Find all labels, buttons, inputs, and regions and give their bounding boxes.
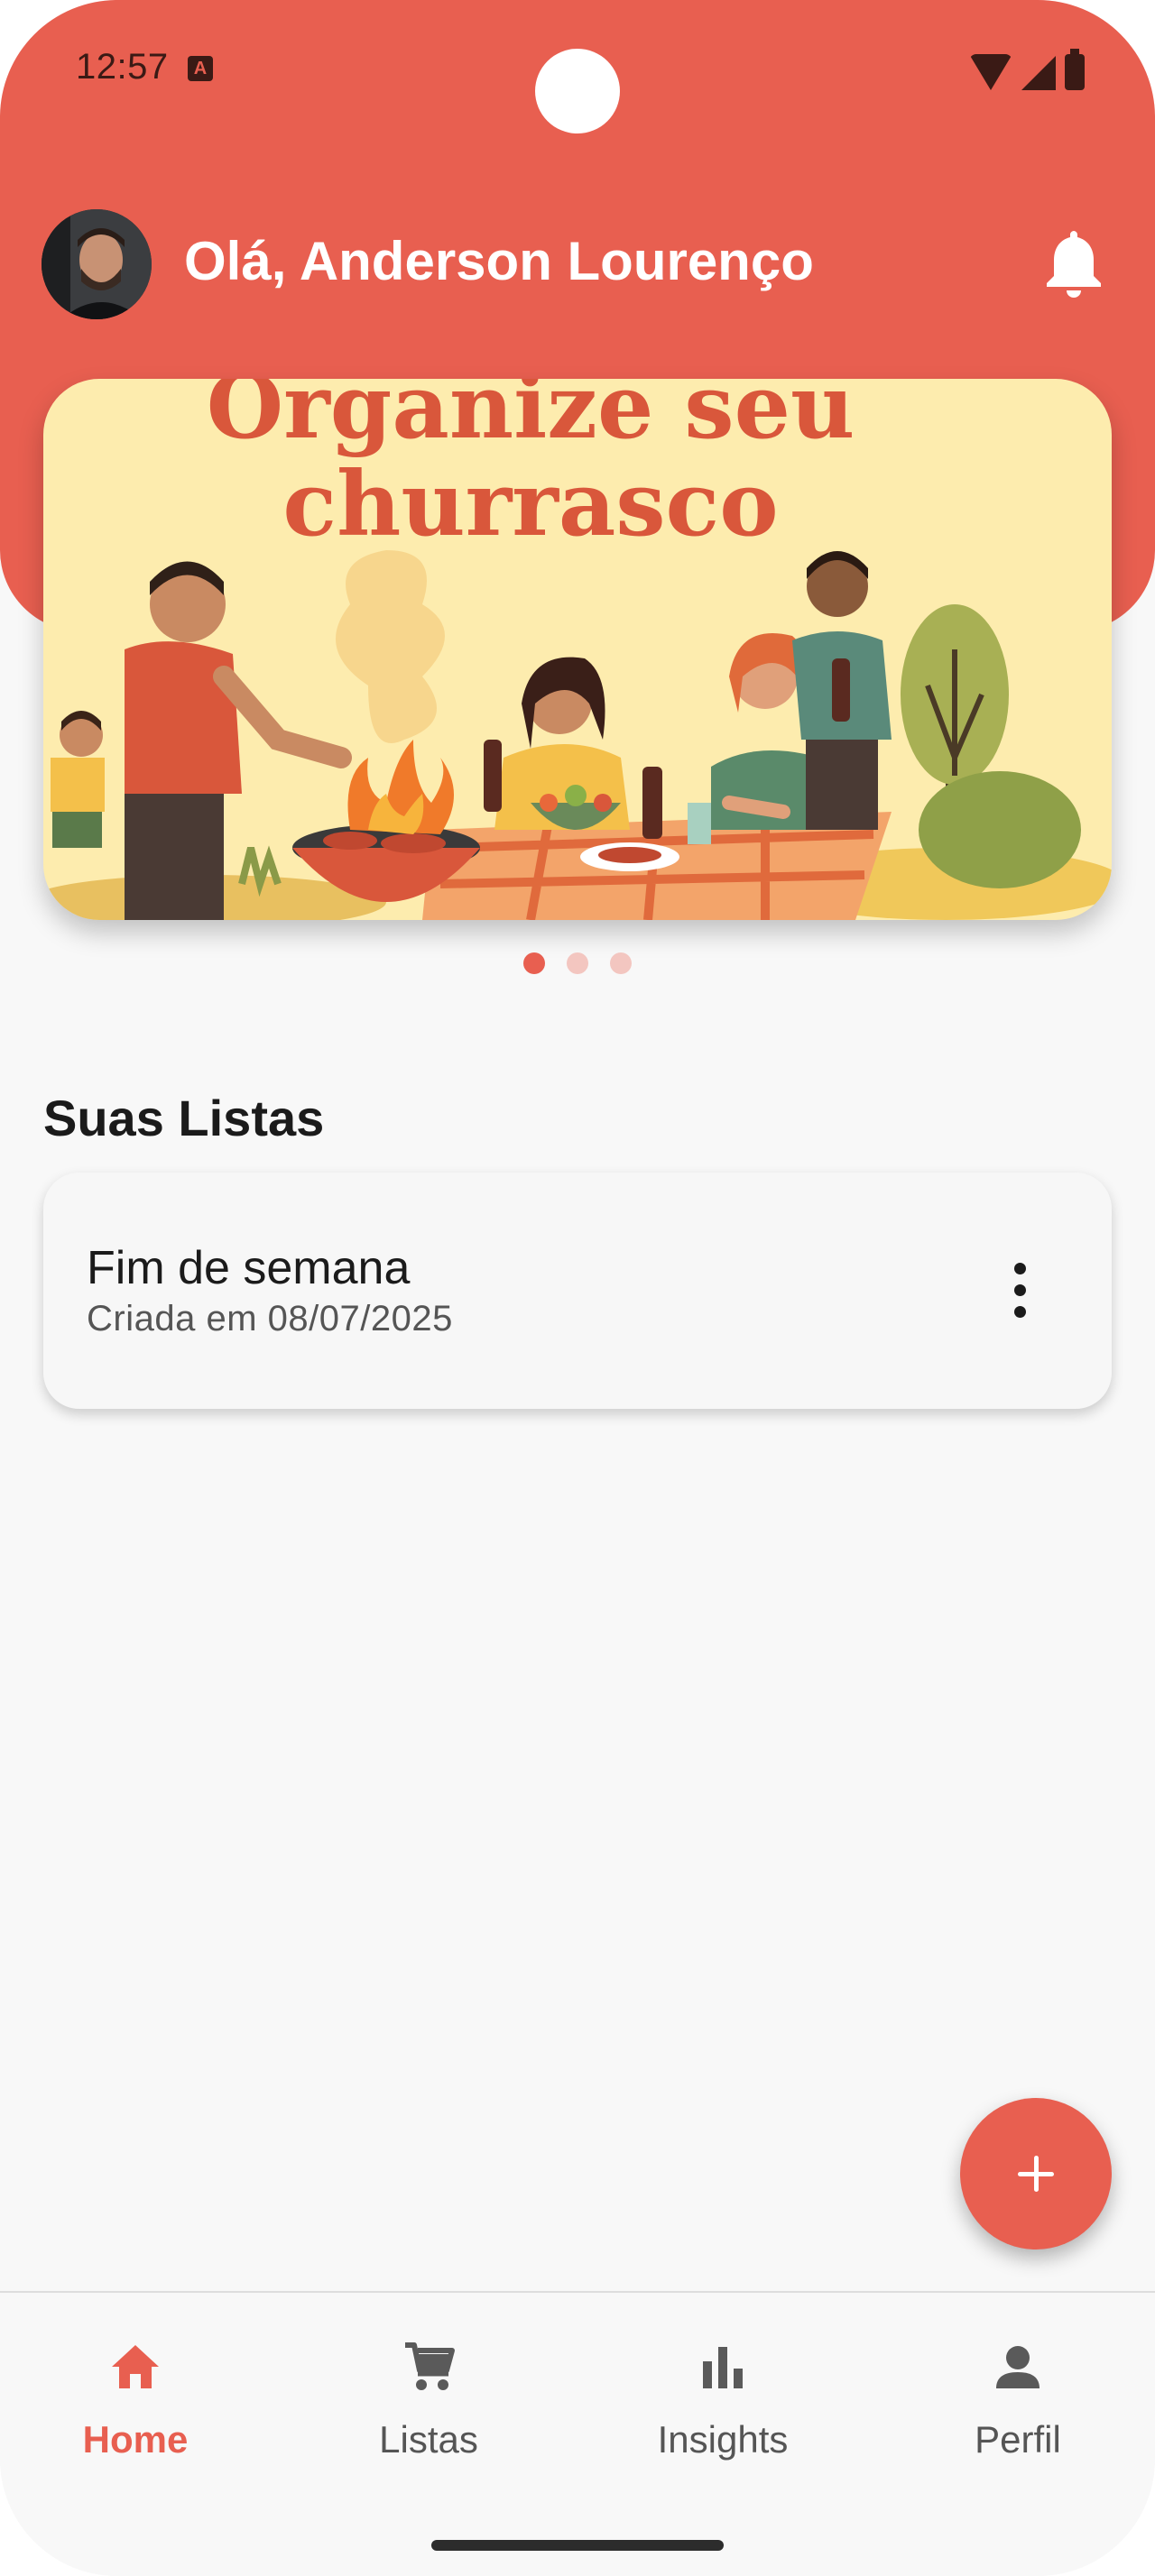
promo-banner[interactable]: Organize seu churrasco <box>43 379 1112 920</box>
greeting-text: Olá, Anderson Lourenço <box>184 231 814 291</box>
person-icon <box>996 2346 1040 2388</box>
wifi-icon <box>969 54 1012 90</box>
nav-label-home: Home <box>82 2418 189 2461</box>
banner-title-line1: Organize seu <box>206 379 855 459</box>
banner-title-line2: churrasco <box>282 453 779 557</box>
add-list-button[interactable] <box>960 2098 1112 2249</box>
carousel-dot-3[interactable] <box>610 952 632 974</box>
phone-screen: 12:57 A Olá, Anderson Lourenço Organize … <box>0 0 1155 2576</box>
bottom-navigation: Home Listas Insights Perfil <box>0 2291 1155 2576</box>
signal-icon <box>1021 56 1056 90</box>
nav-label-listas: Listas <box>379 2418 478 2461</box>
bell-icon <box>1047 231 1101 298</box>
home-icon <box>112 2345 159 2388</box>
list-name: Fim de semana <box>87 1242 411 1294</box>
status-bar: 12:57 A <box>0 0 1155 135</box>
home-indicator[interactable] <box>431 2540 724 2551</box>
nav-item-perfil[interactable]: Perfil <box>882 2338 1153 2473</box>
avatar-photo <box>42 209 152 319</box>
carousel-dot-1[interactable] <box>523 952 545 974</box>
status-icons <box>969 49 1085 90</box>
carousel-indicator <box>523 952 632 974</box>
more-vert-icon <box>1013 1263 1026 1274</box>
nav-item-listas[interactable]: Listas <box>293 2338 564 2473</box>
more-options-button[interactable] <box>1009 1263 1030 1326</box>
carousel-dot-2[interactable] <box>567 952 588 974</box>
avatar[interactable] <box>42 209 152 319</box>
battery-icon <box>1065 49 1085 90</box>
nav-item-insights[interactable]: Insights <box>587 2338 858 2473</box>
list-created-date: Criada em 08/07/2025 <box>87 1299 453 1339</box>
nav-label-insights: Insights <box>657 2418 789 2461</box>
section-title: Suas Listas <box>43 1090 325 1146</box>
cart-icon <box>405 2342 455 2390</box>
more-vert-icon-dot <box>1013 1306 1026 1318</box>
notification-app-icon: A <box>188 56 213 81</box>
status-time: 12:57 <box>76 47 169 87</box>
list-card[interactable]: Fim de semana Criada em 08/07/2025 <box>43 1173 1112 1409</box>
banner-title: Organize seu churrasco <box>43 379 1018 554</box>
more-vert-icon-dot <box>1013 1284 1026 1296</box>
bar-chart-icon <box>703 2347 743 2388</box>
nav-item-home[interactable]: Home <box>0 2338 271 2473</box>
notifications-button[interactable] <box>1038 225 1110 303</box>
nav-label-perfil: Perfil <box>975 2418 1061 2461</box>
camera-cutout <box>535 49 620 133</box>
